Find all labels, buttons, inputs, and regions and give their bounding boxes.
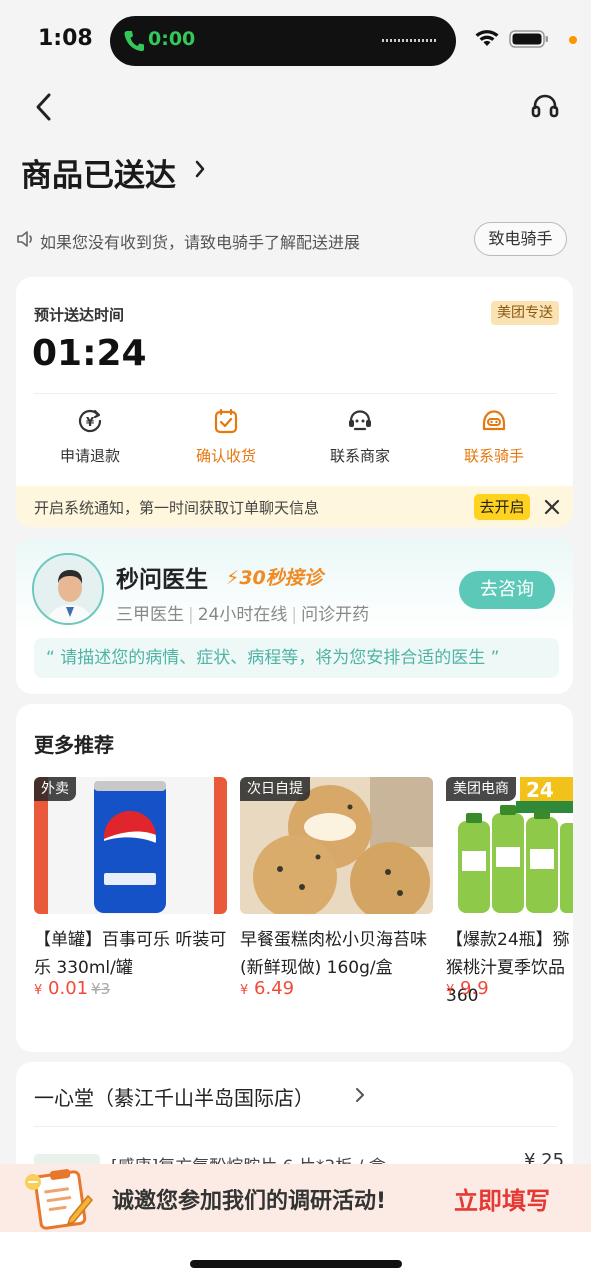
recommend-title: 更多推荐 — [34, 733, 114, 757]
product-image: 24 美团电商 — [446, 777, 573, 914]
back-arrow-icon[interactable] — [30, 92, 58, 122]
enable-notification-button[interactable]: 去开启 — [474, 494, 530, 520]
price-value: 9.9 — [460, 978, 489, 999]
action-label: 申请退款 — [59, 447, 120, 465]
notification-text: 开启系统通知，第一时间获取订单聊天信息 — [34, 499, 320, 517]
survey-fill-button[interactable]: 立即填写 — [454, 1181, 550, 1216]
doctor-quote[interactable]: “ 请描述您的病情、症状、病程等，将为您安排合适的医生 ” — [34, 638, 559, 678]
survey-banner[interactable]: 诚邀您参加我们的调研活动! 立即填写 — [0, 1164, 591, 1232]
doctor-tag: 问诊开药 — [301, 605, 370, 625]
waveform-icon — [382, 39, 436, 42]
product-image: 次日自提 — [240, 777, 433, 914]
contact-merchant-icon — [349, 410, 371, 431]
delivery-notice: 如果您没有收到货，请致电骑手了解配送进展 致电骑手 — [16, 222, 571, 258]
confirm-receipt-icon — [214, 408, 238, 434]
wifi-icon — [475, 30, 499, 46]
clipboard-pen-icon — [25, 1169, 94, 1230]
tag-separator: | — [188, 605, 194, 625]
divider — [34, 1126, 557, 1127]
doctor-service-name: 秒问医生 — [116, 567, 208, 593]
product-card[interactable]: 次日自提 早餐蛋糕肉松小贝海苔味(新鲜现做) 160g/盒 ¥ 6.49 — [240, 777, 433, 1017]
call-timer: 0:00 — [148, 28, 196, 50]
currency-symbol: ¥ — [34, 983, 43, 998]
close-icon[interactable] — [544, 499, 560, 515]
status-bar: 1:08 0:00 — [0, 0, 591, 80]
survey-text: 诚邀您参加我们的调研活动! — [112, 1189, 387, 1214]
product-tag: 美团电商 — [446, 777, 516, 801]
doctor-portrait-icon — [34, 555, 102, 623]
product-card[interactable]: 24 美团电商 【爆款24瓶】猕猴桃汁夏季饮品360 ¥ 9.9 — [446, 777, 573, 1017]
notification-bar: 开启系统通知，第一时间获取订单聊天信息 去开启 — [16, 486, 573, 527]
tag-separator: | — [291, 605, 298, 625]
currency-symbol: ¥ — [240, 983, 249, 998]
phone-icon — [124, 31, 144, 52]
eta-label: 预计送达时间 — [34, 306, 125, 324]
customer-service-icon[interactable] — [530, 92, 560, 122]
price-value: 0.01 — [48, 978, 89, 999]
home-indicator[interactable] — [190, 1260, 402, 1268]
eta-time: 01:24 — [32, 333, 147, 374]
contact-rider-button[interactable]: 联系骑手 — [444, 407, 544, 469]
action-label: 联系骑手 — [463, 447, 524, 465]
svg-text:24: 24 — [526, 778, 554, 802]
product-card[interactable]: 外卖 【单罐】百事可乐 听装可乐 330ml/罐 ¥ 0.01 ¥3 — [34, 777, 227, 1017]
privacy-indicator — [569, 36, 577, 44]
product-name: 早餐蛋糕肉松小贝海苔味(新鲜现做) 160g/盒 — [240, 930, 427, 978]
divider — [34, 393, 557, 394]
speaker-icon — [17, 231, 32, 247]
status-time: 1:08 — [38, 26, 93, 51]
delivery-badge: 美团专送 — [491, 301, 559, 325]
product-image: 外卖 — [34, 777, 227, 914]
chevron-right-icon[interactable] — [355, 1087, 365, 1103]
notice-text: 如果您没有收到货，请致电骑手了解配送进展 — [40, 233, 361, 252]
currency-symbol: ¥ — [446, 983, 455, 998]
battery-icon — [509, 30, 548, 48]
doctor-card[interactable]: 秒问医生 ⚡30秒接诊 三甲医生 | 24小时在线 | 问诊开药 去咨询 “ 请描述您的… — [16, 538, 573, 694]
product-tag: 外卖 — [34, 777, 76, 801]
refund-button[interactable]: ¥ 申请退款 — [40, 407, 140, 469]
page-title[interactable]: 商品已送达 — [21, 150, 176, 195]
call-rider-button[interactable]: 致电骑手 — [474, 222, 567, 256]
bottom-area — [0, 1232, 591, 1280]
doctor-avatar — [32, 553, 104, 625]
product-price: ¥ 9.9 — [446, 978, 489, 999]
contact-rider-icon — [482, 410, 506, 431]
doctor-tag: 24小时在线 — [197, 605, 288, 625]
doctor-tag: 三甲医生 — [116, 605, 184, 625]
delivery-card: 预计送达时间 01:24 美团专送 ¥ 申请退款 确认收货 联系商家 联系骑手 … — [16, 277, 573, 527]
confirm-receipt-button[interactable]: 确认收货 — [176, 407, 276, 469]
action-label: 联系商家 — [329, 447, 390, 465]
contact-merchant-button[interactable]: 联系商家 — [310, 407, 410, 469]
doctor-fast-tag: ⚡30秒接诊 — [226, 567, 323, 589]
action-label: 确认收货 — [195, 447, 256, 465]
original-price: ¥3 — [91, 980, 111, 998]
refund-icon: ¥ — [78, 409, 102, 433]
product-name: 【单罐】百事可乐 听装可乐 330ml/罐 — [34, 930, 227, 978]
dynamic-island[interactable]: 0:00 — [110, 16, 456, 66]
recommend-card: 更多推荐 外卖 【单罐】百事可乐 听装可乐 330ml/罐 ¥ 0.01¥3 — [16, 704, 573, 1052]
store-name[interactable]: 一心堂（綦江千山半岛国际店） — [34, 1082, 314, 1111]
svg-text:¥: ¥ — [86, 415, 95, 429]
product-price: ¥ 6.49 — [240, 978, 294, 999]
doctor-tags: 三甲医生 | 24小时在线 | 问诊开药 — [116, 600, 369, 625]
consult-button[interactable]: 去咨询 — [459, 571, 555, 609]
price-value: 6.49 — [254, 978, 295, 999]
product-price: ¥ 0.01 ¥3 — [34, 978, 110, 999]
chevron-right-icon[interactable] — [193, 158, 207, 180]
product-tag: 次日自提 — [240, 777, 310, 801]
